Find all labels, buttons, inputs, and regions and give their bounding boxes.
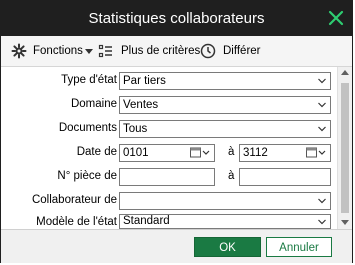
documents-value: Tous [123, 123, 148, 135]
more-criteria-button[interactable]: Plus de critères [98, 42, 200, 60]
documents-select[interactable]: Tous [119, 120, 331, 138]
documents-label: Documents [58, 122, 117, 134]
scroll-thumb[interactable] [341, 83, 349, 213]
employee-select[interactable] [119, 192, 331, 210]
date-to-value: 3112 [243, 147, 268, 159]
report-model-value: Standard [123, 215, 170, 227]
vertical-scrollbar[interactable] [337, 67, 352, 229]
employee-label: Collaborateur de [31, 194, 117, 206]
title-bar: Statistiques collaborateurs [1, 1, 352, 36]
gear-icon [11, 43, 27, 59]
report-type-label: Type d'état [61, 74, 117, 86]
report-model-select[interactable]: Standard [119, 214, 331, 229]
scroll-down-arrow-icon[interactable] [341, 220, 349, 225]
defer-label: Différer [223, 45, 261, 57]
calendar-dropdown-icon[interactable] [306, 147, 326, 159]
functions-label: Fonctions [33, 45, 83, 57]
domain-label: Domaine [70, 98, 117, 110]
window-title: Statistiques collaborateurs [88, 10, 265, 27]
piece-number-to-field[interactable] [239, 168, 331, 186]
caret-down-icon [85, 49, 93, 54]
defer-button[interactable]: Différer [200, 42, 266, 60]
ok-button[interactable]: OK [194, 237, 261, 257]
chevron-down-icon [318, 102, 326, 108]
chevron-down-icon [318, 198, 326, 204]
calendar-dropdown-icon[interactable] [190, 147, 210, 159]
chevron-down-icon [318, 126, 326, 132]
close-icon[interactable] [328, 10, 344, 26]
report-type-select[interactable]: Par tiers [119, 72, 331, 90]
report-model-label: Modèle de l'état [36, 216, 117, 228]
dialog-footer: OK Annuler [1, 229, 352, 263]
functions-menu-button[interactable]: Fonctions [11, 42, 95, 60]
filter-list-icon [98, 44, 112, 58]
toolbar: Fonctions Plus de critères Différer [1, 36, 352, 67]
date-to-label: à [228, 146, 235, 158]
chevron-down-icon [318, 78, 326, 84]
date-label: Date de [76, 146, 117, 158]
report-type-value: Par tiers [123, 75, 166, 87]
date-from-field[interactable]: 0101 [119, 144, 215, 162]
clock-icon [200, 43, 216, 59]
date-to-field[interactable]: 3112 [239, 144, 331, 162]
criteria-form: Type d'état Par tiers Domaine Ventes Doc… [1, 67, 337, 229]
domain-select[interactable]: Ventes [119, 96, 331, 114]
date-from-value: 0101 [123, 147, 149, 159]
piece-number-to-label: à [228, 170, 235, 182]
domain-value: Ventes [123, 99, 159, 111]
dialog: Statistiques collaborateurs Fonctions Pl… [0, 0, 353, 263]
chevron-down-icon [318, 219, 326, 225]
piece-number-from-field[interactable] [119, 168, 215, 186]
piece-number-label: N° pièce de [57, 170, 117, 182]
scroll-up-arrow-icon[interactable] [341, 70, 349, 75]
cancel-button[interactable]: Annuler [266, 237, 332, 257]
more-criteria-label: Plus de critères [121, 45, 201, 57]
